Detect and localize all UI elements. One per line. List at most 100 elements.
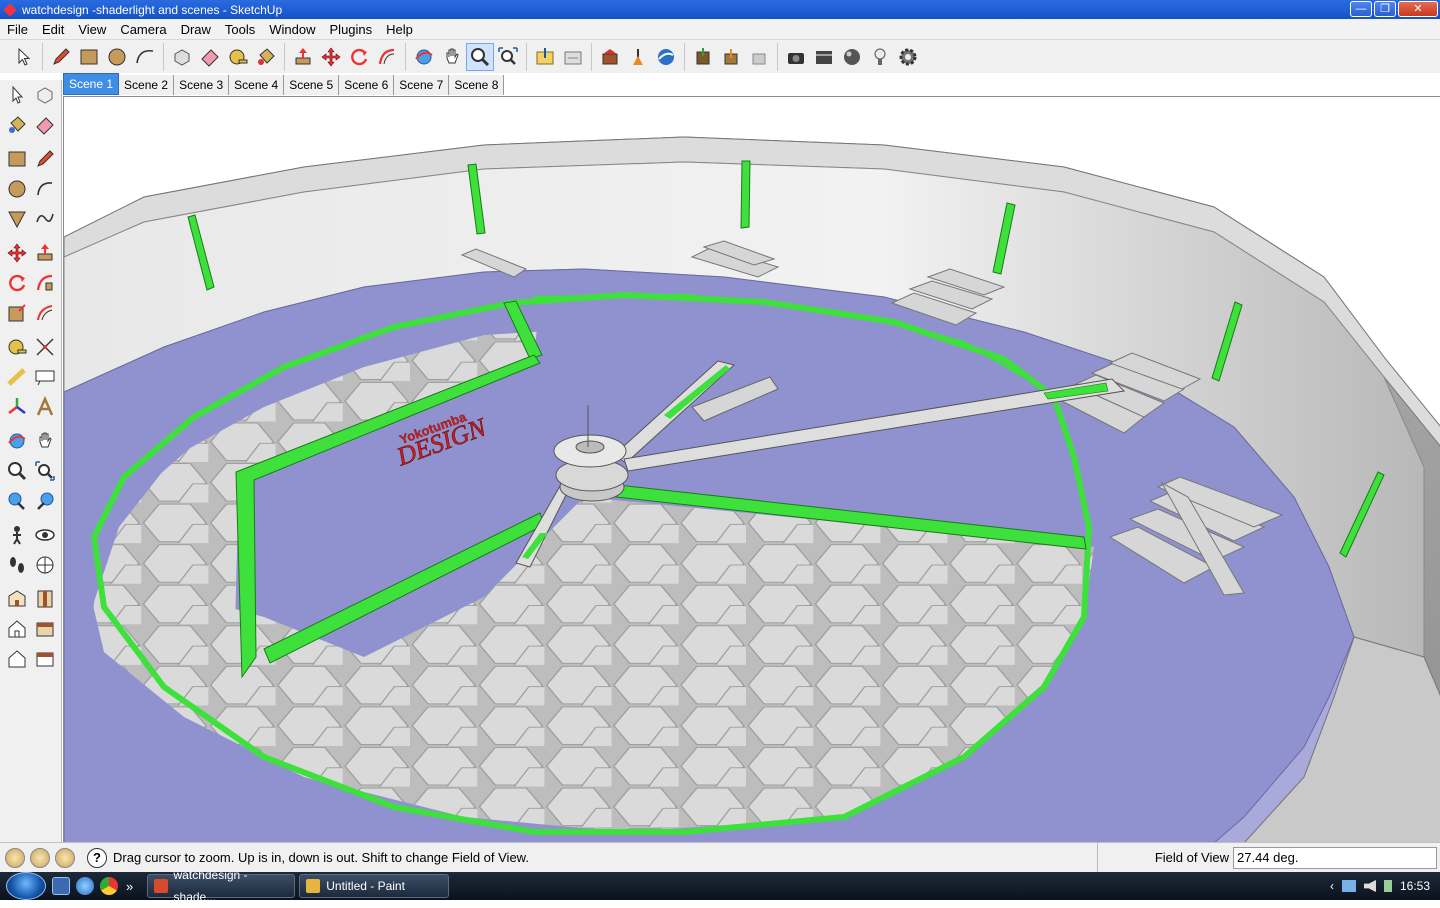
shaderlight-material-icon[interactable] [838,43,866,71]
previous-view-icon[interactable] [3,486,31,516]
scene-tab-3[interactable]: Scene 3 [174,75,230,95]
network-icon[interactable] [1341,880,1356,892]
menu-camera[interactable]: Camera [113,22,173,37]
menu-draw[interactable]: Draw [174,22,218,37]
model-viewport[interactable]: Yokotumba DESIGN [63,96,1440,842]
front-view-icon[interactable] [3,614,31,644]
offset-icon[interactable] [31,298,59,328]
scene-tab-7[interactable]: Scene 7 [394,75,450,95]
menu-help[interactable]: Help [379,22,420,37]
push-pull-icon[interactable] [31,238,59,268]
add-location-icon[interactable] [596,43,624,71]
walk-icon[interactable] [3,550,31,580]
make-component-icon[interactable] [168,43,196,71]
start-button[interactable] [6,872,46,900]
maximize-button[interactable]: ❐ [1374,1,1396,17]
arc-icon[interactable] [31,174,59,204]
pan-icon[interactable] [438,43,466,71]
quick-launch-chevron[interactable]: » [126,879,133,894]
next-view-icon[interactable] [31,486,59,516]
scale-icon[interactable] [3,298,31,328]
help-icon[interactable]: ? [87,847,107,868]
shaderlight-camera-icon[interactable] [782,43,810,71]
export-icon[interactable] [559,43,587,71]
power-icon[interactable] [1383,880,1392,892]
chrome-icon[interactable] [100,877,118,895]
menu-window[interactable]: Window [262,22,322,37]
zoom-icon[interactable] [466,42,494,71]
get-models-icon[interactable] [689,43,717,71]
zoom-icon[interactable] [3,456,31,486]
menu-plugins[interactable]: Plugins [323,22,380,37]
right-view-icon[interactable] [31,614,59,644]
follow-me-icon[interactable] [373,43,401,71]
scene-tab-8[interactable]: Scene 8 [449,75,505,95]
look-around-icon[interactable] [31,520,59,550]
tray-expand-icon[interactable]: ‹ [1330,879,1334,893]
import-icon[interactable] [531,43,559,71]
back-view-icon[interactable] [3,644,31,674]
menu-tools[interactable]: Tools [218,22,262,37]
arc-icon[interactable] [131,43,159,71]
rectangle-icon[interactable] [3,144,31,174]
left-view-icon[interactable] [31,644,59,674]
shaderlight-settings-icon[interactable] [894,43,922,71]
geo-location-icon[interactable] [5,847,25,868]
shaderlight-light-icon[interactable] [866,43,894,71]
close-button[interactable]: ✕ [1398,1,1438,17]
eraser-icon[interactable] [31,110,59,140]
top-view-icon[interactable] [31,584,59,614]
move-icon[interactable] [317,43,345,71]
pencil-icon[interactable] [47,43,75,71]
rotate-icon[interactable] [345,43,373,71]
section-plane-icon[interactable] [31,550,59,580]
toggle-terrain-icon[interactable] [624,43,652,71]
scene-tab-1[interactable]: Scene 1 [63,73,120,95]
scene-tab-5[interactable]: Scene 5 [284,75,340,95]
push-pull-icon[interactable] [289,43,317,71]
follow-me-icon[interactable] [31,268,59,298]
rectangle-icon[interactable] [75,43,103,71]
scene-tab-4[interactable]: Scene 4 [229,75,285,95]
user-icon[interactable] [55,847,75,868]
protractor-icon[interactable] [3,362,31,392]
scene-tab-2[interactable]: Scene 2 [119,75,175,95]
menu-file[interactable]: File [0,22,35,37]
share-component-icon[interactable] [745,43,773,71]
position-camera-icon[interactable] [3,520,31,550]
menu-edit[interactable]: Edit [35,22,71,37]
3d-text-icon[interactable] [31,392,59,422]
shaderlight-animation-icon[interactable] [810,43,838,71]
iso-view-icon[interactable] [3,584,31,614]
preview-google-earth-icon[interactable] [652,43,680,71]
polygon-icon[interactable] [3,204,31,234]
credits-icon[interactable] [30,847,50,868]
dimension-icon[interactable] [31,332,59,362]
minimize-button[interactable]: — [1350,1,1372,17]
axes-icon[interactable] [3,392,31,422]
orbit-icon[interactable] [3,426,31,456]
taskbar-item-paint[interactable]: Untitled - Paint [299,874,450,898]
scene-tab-6[interactable]: Scene 6 [339,75,395,95]
show-desktop-icon[interactable] [52,877,70,895]
clock[interactable]: 16:53 [1400,879,1430,893]
pencil-icon[interactable] [31,144,59,174]
measurement-input[interactable]: 27.44 deg. [1233,847,1437,869]
orbit-icon[interactable] [410,43,438,71]
freehand-icon[interactable] [31,204,59,234]
move-icon[interactable] [3,238,31,268]
menu-view[interactable]: View [71,22,113,37]
paint-bucket-icon[interactable] [3,110,31,140]
internet-explorer-icon[interactable] [76,877,94,895]
text-icon[interactable] [31,362,59,392]
paint-bucket-icon[interactable] [252,43,280,71]
tape-measure-icon[interactable] [224,43,252,71]
circle-icon[interactable] [3,174,31,204]
select-icon[interactable] [10,43,38,71]
zoom-window-icon[interactable] [31,456,59,486]
taskbar-item-sketchup[interactable]: watchdesign -shade... [147,868,296,904]
rotate-icon[interactable] [3,268,31,298]
circle-icon[interactable] [103,43,131,71]
volume-icon[interactable] [1363,880,1376,892]
share-model-icon[interactable] [717,43,745,71]
